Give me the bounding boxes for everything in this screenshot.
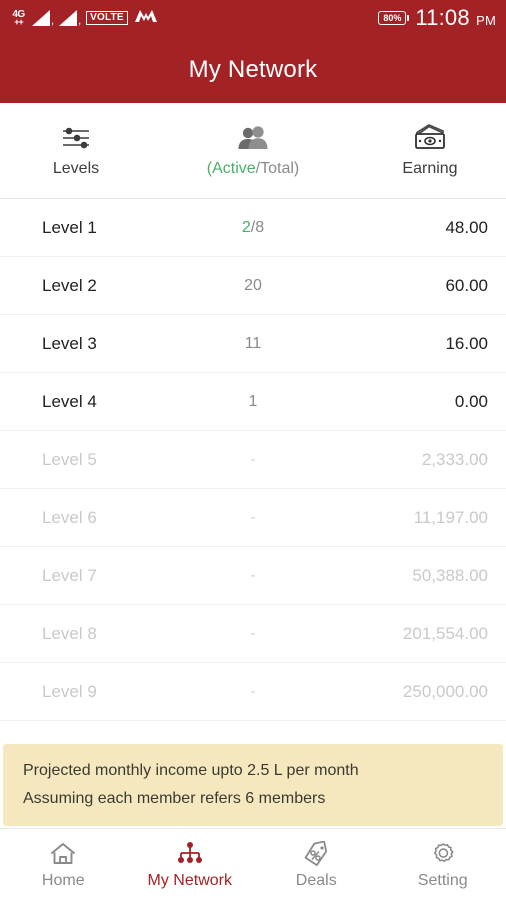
cell-active-total: 2/8 bbox=[152, 219, 354, 237]
status-bar-right: 80% 11:08 PM bbox=[378, 5, 496, 31]
status-bar: 4G ++ , , VOLTE 80% 11:08 PM bbox=[0, 0, 506, 36]
cell-active-total: - bbox=[250, 566, 256, 584]
cell-level-label: Level 6 bbox=[42, 507, 97, 527]
gear-icon bbox=[429, 840, 457, 868]
nav-label-setting: Setting bbox=[417, 871, 468, 889]
cell-level-label: Level 2 bbox=[42, 275, 97, 295]
cell-active-total: - bbox=[250, 624, 256, 642]
nav-item-home[interactable]: Home bbox=[0, 840, 127, 890]
cell-level-label: Level 4 bbox=[42, 391, 97, 411]
column-earning-label: Earning bbox=[402, 160, 458, 177]
cell-active-total: - bbox=[250, 450, 256, 468]
status-bar-left: 4G ++ , , VOLTE bbox=[10, 7, 378, 30]
signal-bars-sim2-icon: , bbox=[59, 10, 81, 27]
table-row[interactable]: Level 4 1 0.00 bbox=[0, 373, 506, 431]
table-row: Level 8 - 201,554.00 bbox=[0, 605, 506, 663]
status-clock: 11:08 PM bbox=[415, 5, 496, 31]
cell-active-total: 1 bbox=[248, 392, 258, 410]
table-row: Level 6 - 11,197.00 bbox=[0, 489, 506, 547]
app-screen: 4G ++ , , VOLTE 80% 11:08 PM My Network bbox=[0, 0, 506, 900]
total-word: /Total) bbox=[255, 160, 300, 177]
earning-value: 60.00 bbox=[445, 275, 488, 295]
cell-earning: 48.00» bbox=[354, 218, 506, 238]
cell-earning: 16.00 bbox=[354, 334, 506, 354]
money-icon bbox=[412, 123, 448, 153]
volte-badge: VOLTE bbox=[86, 10, 128, 26]
cell-active-total: 11 bbox=[244, 334, 262, 352]
network-tree-icon bbox=[175, 840, 205, 868]
cell-level-label: Level 9 bbox=[42, 681, 97, 701]
earning-value: 2,333.00 bbox=[421, 449, 488, 469]
network-plus-label: ++ bbox=[14, 16, 23, 27]
column-levels: Levels bbox=[0, 123, 152, 178]
total-count: /8 bbox=[250, 218, 265, 236]
cell-earning: 2,333.00 bbox=[354, 450, 506, 470]
nav-label-deals: Deals bbox=[295, 871, 337, 889]
cell-earning: 201,554.00 bbox=[354, 624, 506, 644]
sliders-icon bbox=[61, 123, 91, 153]
cell-earning: 0.00 bbox=[354, 392, 506, 412]
bottom-navigation: Home My Network Deals Setting bbox=[0, 828, 506, 900]
earning-value: 48.00 bbox=[445, 217, 488, 237]
cell-earning: 60.00 bbox=[354, 276, 506, 296]
clock-period: PM bbox=[476, 13, 496, 28]
nav-label-my-network: My Network bbox=[147, 871, 232, 889]
nav-item-setting[interactable]: Setting bbox=[380, 840, 506, 890]
app-title-bar: My Network bbox=[0, 36, 506, 103]
cell-level-label: Level 1 bbox=[42, 217, 97, 237]
nav-item-my-network[interactable]: My Network bbox=[127, 840, 254, 890]
table-row: Level 9 - 250,000.00 bbox=[0, 663, 506, 721]
cell-active-total: - bbox=[250, 682, 256, 700]
note-line-1: Projected monthly income upto 2.5 L per … bbox=[23, 762, 359, 779]
table-row[interactable]: Level 2 20 60.00 bbox=[0, 257, 506, 315]
carrier-logo-icon bbox=[133, 7, 159, 30]
column-active-total: (Active/Total) bbox=[152, 123, 354, 178]
people-icon bbox=[236, 123, 270, 153]
column-active-total-label: (Active/Total) bbox=[207, 160, 299, 178]
active-word: (Active bbox=[206, 160, 256, 177]
nav-item-deals[interactable]: Deals bbox=[253, 840, 380, 890]
nav-label-home: Home bbox=[41, 871, 85, 889]
earning-value: 16.00 bbox=[445, 333, 488, 353]
table-row[interactable]: Level 3 11 16.00 bbox=[0, 315, 506, 373]
cell-earning: 11,197.00 bbox=[354, 508, 506, 528]
earning-value: 0.00 bbox=[454, 391, 488, 411]
projection-note-banner: Projected monthly income upto 2.5 L per … bbox=[3, 744, 503, 826]
column-levels-label: Levels bbox=[52, 160, 100, 177]
network-4g-icon: 4G ++ bbox=[10, 9, 27, 27]
tag-percent-icon bbox=[302, 840, 330, 868]
cell-level-label: Level 7 bbox=[42, 565, 97, 585]
home-icon bbox=[49, 840, 77, 868]
earning-value: 250,000.00 bbox=[402, 681, 488, 701]
cell-level-label: Level 3 bbox=[42, 333, 97, 353]
cell-level-label: Level 5 bbox=[42, 449, 97, 469]
earning-value: 50,388.00 bbox=[412, 565, 488, 585]
battery-indicator: 80% bbox=[378, 10, 407, 26]
table-row: Level 5 - 2,333.00 bbox=[0, 431, 506, 489]
earning-value: 201,554.00 bbox=[402, 623, 488, 643]
cell-earning: 50,388.00 bbox=[354, 566, 506, 586]
table-row: Level 7 - 50,388.00 bbox=[0, 547, 506, 605]
cell-earning: 250,000.00 bbox=[354, 682, 506, 702]
table-column-header: Levels (Active/Total) Earning bbox=[0, 103, 506, 199]
clock-time: 11:08 bbox=[415, 5, 470, 30]
earning-value: 11,197.00 bbox=[413, 507, 488, 527]
cell-active-total: 20 bbox=[244, 276, 262, 294]
column-earning: Earning bbox=[354, 123, 506, 178]
levels-table: Level 12/848.00»Level 22060.00Level 3111… bbox=[0, 199, 506, 740]
cell-level-label: Level 8 bbox=[42, 623, 97, 643]
table-row[interactable]: Level 12/848.00» bbox=[0, 199, 506, 257]
note-line-2: Assuming each member refers 6 members bbox=[23, 790, 326, 807]
cell-active-total: - bbox=[250, 508, 256, 526]
page-title: My Network bbox=[188, 55, 318, 83]
active-count: 2 bbox=[241, 218, 251, 236]
signal-bars-sim1-icon: , bbox=[32, 10, 54, 27]
